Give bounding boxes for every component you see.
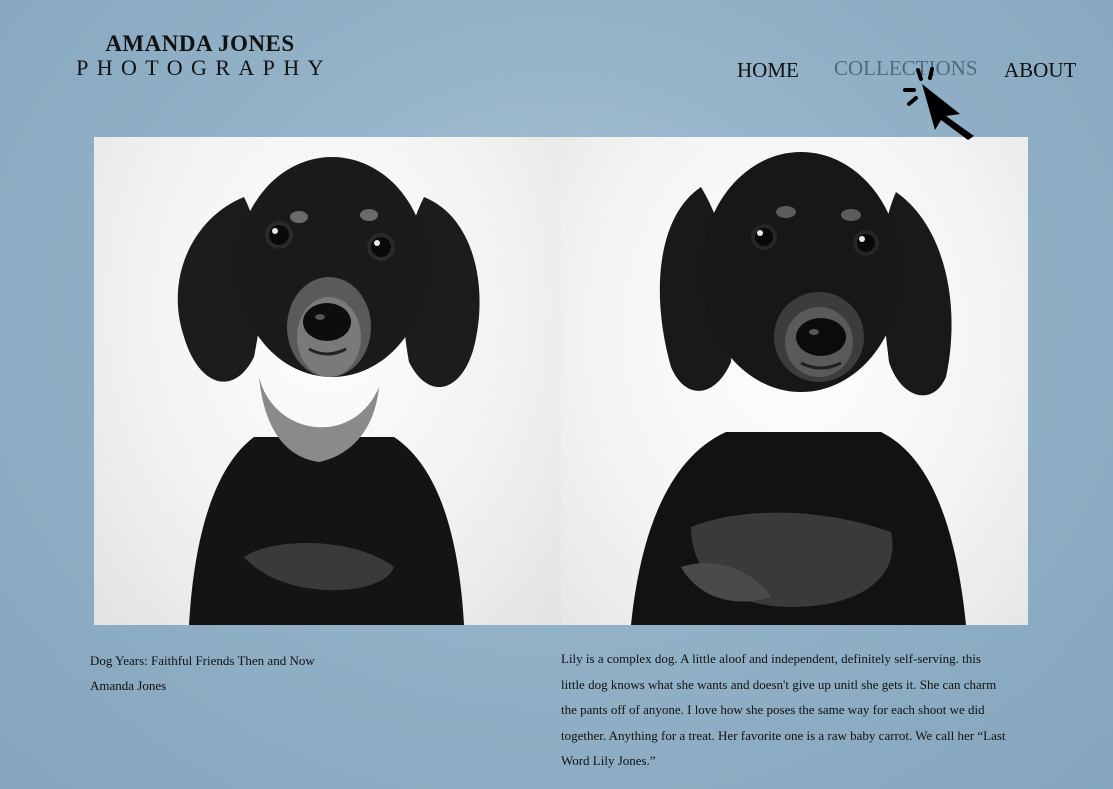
story-line: the pants off of anyone. I love how she … xyxy=(561,702,985,718)
story-text: Lily is a complex dog. A little aloof an… xyxy=(561,646,1061,774)
caption-title: Dog Years: Faithful Friends Then and Now xyxy=(90,653,315,668)
photo-lily-now[interactable] xyxy=(561,137,1028,625)
nav-home[interactable]: HOME xyxy=(737,58,799,83)
logo-subtitle: PHOTOGRAPHY xyxy=(76,55,332,80)
dachshund-icon xyxy=(177,157,480,625)
story-line: Lily is a complex dog. A little aloof an… xyxy=(561,651,981,666)
story-line: together. Anything for a treat. Her favo… xyxy=(561,727,1006,743)
dachshund-icon xyxy=(631,152,966,625)
site-logo[interactable]: AMANDA JONES PHOTOGRAPHY xyxy=(70,32,330,80)
logo-name: AMANDA JONES xyxy=(105,31,295,56)
pointer-click-icon xyxy=(903,67,974,140)
story-line: Word Lily Jones.” xyxy=(561,753,656,769)
nav-about[interactable]: ABOUT xyxy=(1004,58,1076,83)
photo-caption: Dog Years: Faithful Friends Then and Now… xyxy=(90,648,315,698)
story-line: little dog knows what she wants and does… xyxy=(561,676,997,692)
photo-lily-then[interactable] xyxy=(94,137,561,625)
caption-author: Amanda Jones xyxy=(90,678,167,693)
